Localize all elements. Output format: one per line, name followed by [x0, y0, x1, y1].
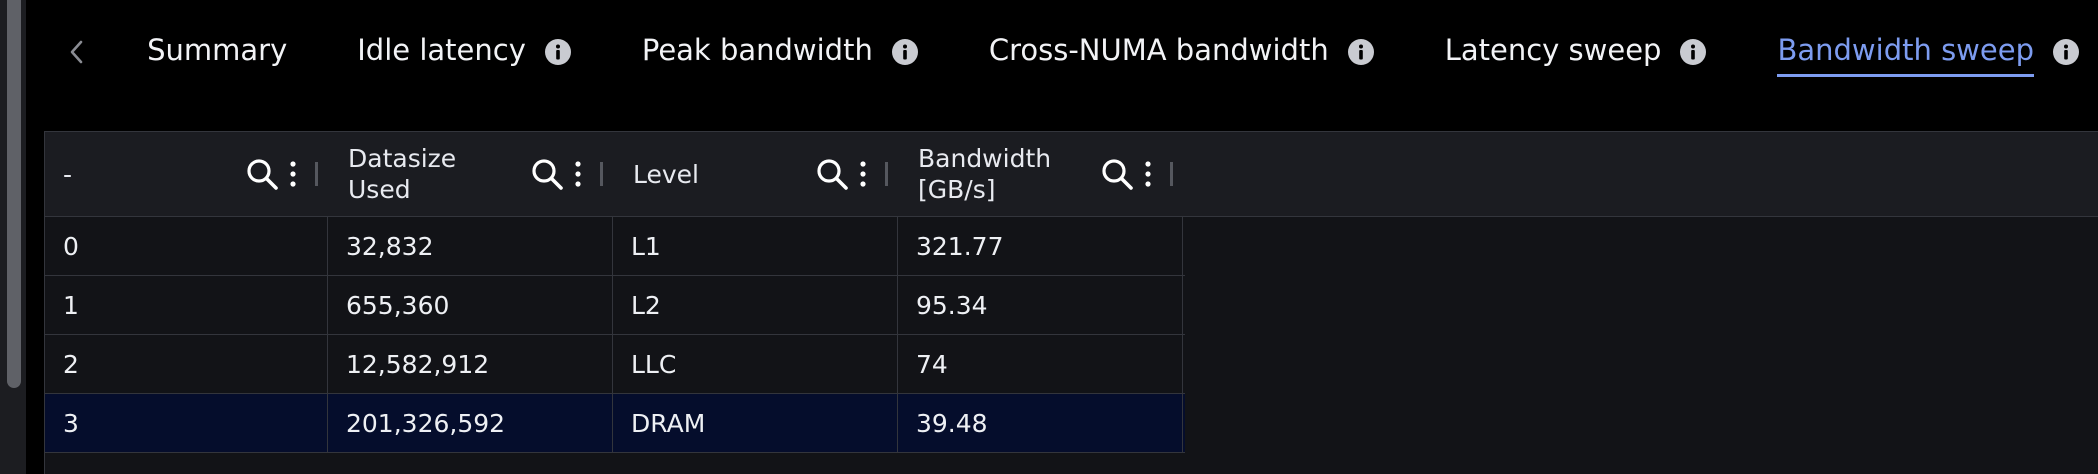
cell-datasize: 655,360: [328, 276, 613, 334]
column-header-actions: [245, 157, 318, 191]
column-resize-handle[interactable]: [1170, 162, 1173, 186]
table-header-row: - Datasize Used Level Bandwidth [GB/s]: [45, 132, 2098, 217]
tab-bar: Summary Idle latency Peak bandwidth Cros…: [60, 0, 2080, 104]
chevron-left-icon: [70, 40, 82, 64]
column-header-bandwidth[interactable]: Bandwidth [GB/s]: [900, 132, 1185, 216]
table-row-selected[interactable]: 3 201,326,592 DRAM 39.48: [45, 394, 1185, 453]
table-row[interactable]: 2 12,582,912 LLC 74: [45, 335, 1185, 394]
more-vertical-icon[interactable]: [859, 160, 867, 188]
cell-level: DRAM: [613, 394, 898, 452]
table-row[interactable]: 0 32,832 L1 321.77: [45, 217, 1185, 276]
cell-level: L1: [613, 217, 898, 275]
data-table: - Datasize Used Level Bandwidth [GB/s] 0…: [44, 131, 2098, 474]
info-icon[interactable]: [1679, 38, 1707, 66]
info-icon[interactable]: [544, 38, 572, 66]
search-icon[interactable]: [815, 157, 849, 191]
column-resize-handle[interactable]: [315, 162, 318, 186]
column-header-label: -: [63, 159, 73, 189]
tab-idle-latency[interactable]: Idle latency: [357, 33, 572, 71]
vertical-scrollbar[interactable]: [0, 0, 26, 474]
cell-index: 3: [45, 394, 328, 452]
column-header-label: Bandwidth [GB/s]: [918, 144, 1052, 204]
cell-bandwidth: 95.34: [898, 276, 1183, 334]
tab-scroll-left-button[interactable]: [60, 22, 93, 82]
info-icon[interactable]: [2052, 38, 2080, 66]
scrollbar-thumb[interactable]: [7, 0, 21, 388]
cell-level: L2: [613, 276, 898, 334]
cell-index: 2: [45, 335, 328, 393]
cell-index: 1: [45, 276, 328, 334]
search-icon[interactable]: [1100, 157, 1134, 191]
column-header-label: Level: [633, 159, 699, 189]
search-icon[interactable]: [245, 157, 279, 191]
more-vertical-icon[interactable]: [289, 160, 297, 188]
info-icon[interactable]: [891, 38, 919, 66]
cell-bandwidth: 39.48: [898, 394, 1183, 452]
cell-datasize: 201,326,592: [328, 394, 613, 452]
tab-cross-numa-bandwidth[interactable]: Cross-NUMA bandwidth: [989, 33, 1375, 71]
column-header-actions: [530, 157, 603, 191]
search-icon[interactable]: [530, 157, 564, 191]
column-header-datasize[interactable]: Datasize Used: [330, 132, 615, 216]
column-resize-handle[interactable]: [600, 162, 603, 186]
tab-label: Bandwidth sweep: [1777, 33, 2034, 77]
more-vertical-icon[interactable]: [574, 160, 582, 188]
page: Summary Idle latency Peak bandwidth Cros…: [0, 0, 2098, 474]
cell-index: 0: [45, 217, 328, 275]
column-header-index[interactable]: -: [45, 132, 330, 216]
tab-label: Peak bandwidth: [641, 33, 873, 67]
tab-label: Summary: [147, 33, 288, 67]
tab-peak-bandwidth[interactable]: Peak bandwidth: [642, 33, 919, 71]
column-header-level[interactable]: Level: [615, 132, 900, 216]
cell-bandwidth: 74: [898, 335, 1183, 393]
tab-label: Latency sweep: [1444, 33, 1662, 67]
tab-label: Idle latency: [357, 33, 526, 67]
cell-datasize: 32,832: [328, 217, 613, 275]
tab-summary[interactable]: Summary: [147, 33, 287, 71]
column-header-label: Datasize Used: [348, 144, 457, 204]
more-vertical-icon[interactable]: [1144, 160, 1152, 188]
tab-latency-sweep[interactable]: Latency sweep: [1445, 33, 1708, 71]
tab-label: Cross-NUMA bandwidth: [988, 33, 1329, 67]
cell-bandwidth: 321.77: [898, 217, 1183, 275]
column-header-actions: [1100, 157, 1173, 191]
table-row[interactable]: 1 655,360 L2 95.34: [45, 276, 1185, 335]
info-icon[interactable]: [1347, 38, 1375, 66]
cell-level: LLC: [613, 335, 898, 393]
column-resize-handle[interactable]: [885, 162, 888, 186]
cell-datasize: 12,582,912: [328, 335, 613, 393]
tab-bandwidth-sweep[interactable]: Bandwidth sweep: [1777, 33, 2080, 77]
column-header-actions: [815, 157, 888, 191]
